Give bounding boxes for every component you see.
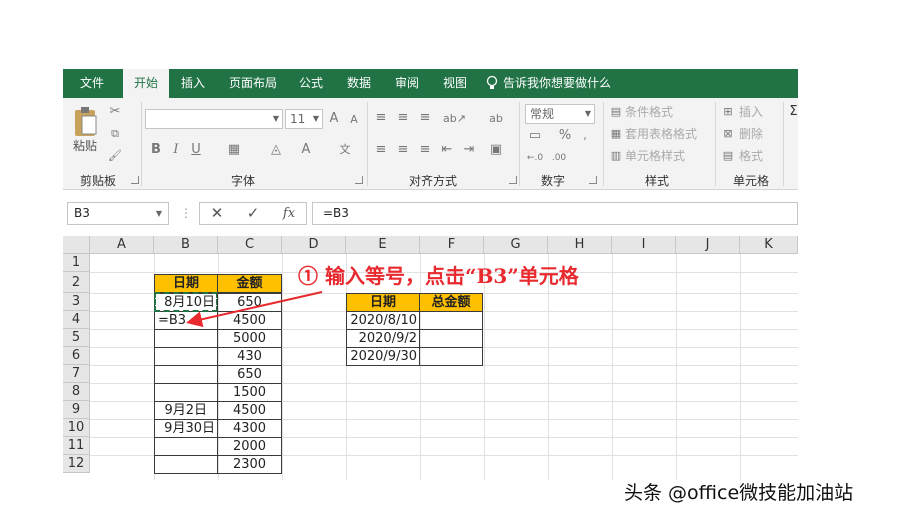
- annotation-text: ① 输入等号，点击“B3”单元格: [298, 264, 579, 288]
- annotation-arrow: [186, 291, 323, 328]
- watermark: 头条 @office微技能加油站: [624, 482, 854, 504]
